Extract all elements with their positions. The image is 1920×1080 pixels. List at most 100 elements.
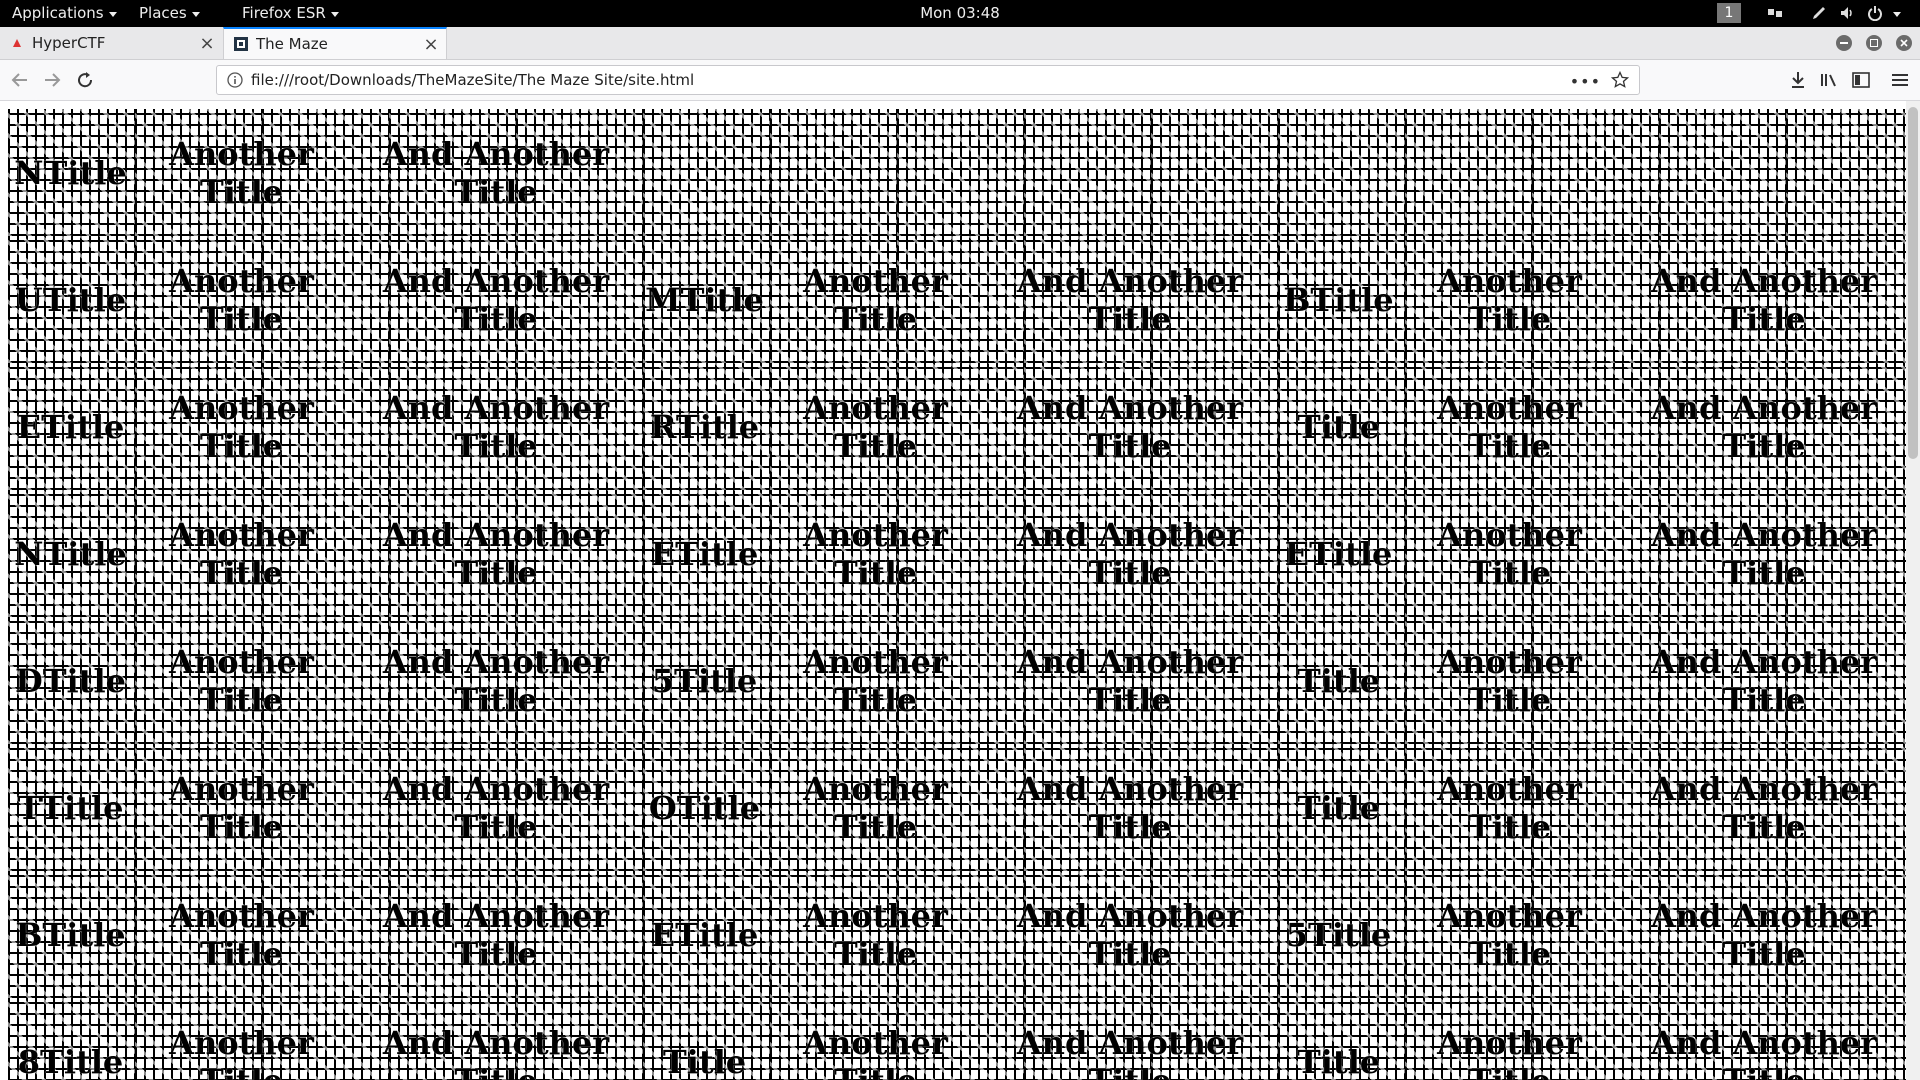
chevron-down-icon [108, 12, 117, 17]
maze-favicon-icon [234, 37, 248, 51]
minimize-window-button[interactable] [1836, 35, 1852, 51]
maze-title-label: Title [662, 1042, 747, 1080]
maze-title-label: Another Title [169, 769, 314, 846]
title-group: 5Title Another Title And Another Title [1276, 871, 1910, 998]
maze-title-label: Another Title [1437, 261, 1582, 338]
maze-title-label: Another Title [803, 515, 948, 592]
maze-title-label: Another Title [1437, 769, 1582, 846]
places-menu[interactable]: Places [139, 0, 200, 27]
bookmark-star-icon[interactable] [1610, 70, 1630, 93]
maze-title-label: And Another Title [1016, 515, 1244, 592]
applications-menu[interactable]: Applications [12, 0, 117, 27]
maze-title-label: 8Title [17, 1042, 124, 1080]
reload-button[interactable] [73, 68, 97, 92]
title-group: ETitle Another Title And Another Title [8, 363, 642, 490]
info-icon[interactable] [227, 72, 243, 92]
close-window-button[interactable] [1896, 35, 1912, 51]
maze-title-label: And Another Title [1650, 515, 1878, 592]
maze-title-label: Another Title [1437, 896, 1582, 973]
chevron-down-icon [330, 12, 339, 17]
title-group: DTitle Another Title And Another Title [8, 617, 642, 744]
system-top-bar: Applications Places Firefox ESR Mon 03:4… [0, 0, 1920, 27]
maze-title-label: NTitle [14, 534, 127, 573]
title-grid: NTitle Another Title And Another Title UTit… [8, 109, 1910, 1080]
power-icon[interactable] [1866, 4, 1884, 22]
maze-title-label: And Another Title [1650, 769, 1878, 846]
maze-title-label: And Another Title [1016, 261, 1244, 338]
library-button[interactable] [1817, 68, 1841, 92]
title-group: ETitle Another Title And Another Title [642, 871, 1276, 998]
firefox-label: Firefox ESR [242, 4, 326, 22]
title-group: 8Title Another Title And Another Title [8, 998, 642, 1080]
tab-the-maze[interactable]: The Maze × [223, 27, 447, 59]
title-group: Title Another Title And Another Title [1276, 617, 1910, 744]
clock[interactable]: Mon 03:48 [920, 0, 1000, 27]
hyperctf-favicon-icon [10, 36, 24, 50]
maze-title-label: Another Title [803, 388, 948, 465]
title-group: Title Another Title And Another Title [642, 998, 1276, 1080]
tab-hyperctf[interactable]: HyperCTF × [0, 27, 222, 59]
close-tab-icon[interactable]: × [196, 33, 218, 54]
forward-button[interactable] [40, 68, 64, 92]
title-group: Title Another Title And Another Title [1276, 744, 1910, 871]
maze-title-label: Another Title [169, 515, 314, 592]
title-group: OTitle Another Title And Another Title [642, 744, 1276, 871]
title-group: RTitle Another Title And Another Title [642, 363, 1276, 490]
sidebar-button[interactable] [1849, 68, 1873, 92]
maze-title-label: And Another Title [1016, 388, 1244, 465]
maze-title-label: Another Title [1437, 1023, 1582, 1080]
title-group: TTitle Another Title And Another Title [8, 744, 642, 871]
maximize-window-button[interactable] [1866, 35, 1882, 51]
hamburger-icon [1892, 74, 1908, 86]
maze-title-label: And Another Title [1650, 1023, 1878, 1080]
network-icon[interactable] [1766, 4, 1784, 22]
workspace-indicator[interactable]: 1 [1717, 3, 1741, 23]
library-icon [1821, 74, 1836, 87]
maze-title-label: TTitle [17, 788, 124, 827]
arrow-right-icon [45, 73, 61, 87]
maze-title-label: Another Title [1437, 642, 1582, 719]
maze-title-label: And Another Title [382, 515, 610, 592]
pen-icon[interactable] [1810, 4, 1828, 22]
maze-title-label: And Another Title [1650, 896, 1878, 973]
maze-title-label: NTitle [14, 153, 127, 192]
back-button[interactable] [8, 68, 32, 92]
maze-title-label: And Another Title [382, 134, 610, 211]
maze-title-label: Title [1296, 661, 1381, 700]
maze-title-label: Another Title [803, 642, 948, 719]
maze-title-label: Another Title [169, 642, 314, 719]
tab-strip: HyperCTF × The Maze × [0, 27, 1920, 77]
maze-title-label: RTitle [649, 407, 760, 446]
maze-title-label: And Another Title [1650, 261, 1878, 338]
maze-title-label: And Another Title [382, 642, 610, 719]
maze-title-label: MTitle [645, 280, 764, 319]
applications-label: Applications [12, 4, 104, 22]
chevron-down-icon [191, 12, 200, 17]
page-actions-icon[interactable]: ••• [1570, 72, 1601, 91]
firefox-app-menu[interactable]: Firefox ESR [242, 0, 339, 27]
chevron-down-icon[interactable] [1888, 4, 1906, 22]
maze-title-label: Another Title [169, 388, 314, 465]
maze-title-label: 5Title [651, 661, 758, 700]
maze-title-label: Another Title [803, 1023, 948, 1080]
maze-title-label: Another Title [169, 134, 314, 211]
maze-title-label: Another Title [803, 261, 948, 338]
maze-title-label: And Another Title [1650, 642, 1878, 719]
maze-title-label: And Another Title [382, 388, 610, 465]
tab-title: HyperCTF [32, 34, 106, 52]
open-menu-button[interactable] [1888, 68, 1912, 92]
close-tab-icon[interactable]: × [420, 34, 442, 55]
title-group: MTitle Another Title And Another Title [642, 236, 1276, 363]
downloads-button[interactable] [1786, 68, 1810, 92]
sidebar-icon [1852, 72, 1870, 88]
maze-title-label: And Another Title [1016, 1023, 1244, 1080]
volume-icon[interactable] [1838, 4, 1856, 22]
url-bar[interactable]: file:///root/Downloads/TheMazeSite/The M… [216, 65, 1640, 95]
title-group: UTitle Another Title And Another Title [8, 236, 642, 363]
tab-title: The Maze [256, 35, 328, 53]
maze-title-label: BTitle [15, 915, 126, 954]
maze-title-label: 5Title [1285, 915, 1392, 954]
places-label: Places [139, 4, 187, 22]
title-group [642, 109, 1276, 236]
title-group: Title Another Title And Another Title [1276, 998, 1910, 1080]
